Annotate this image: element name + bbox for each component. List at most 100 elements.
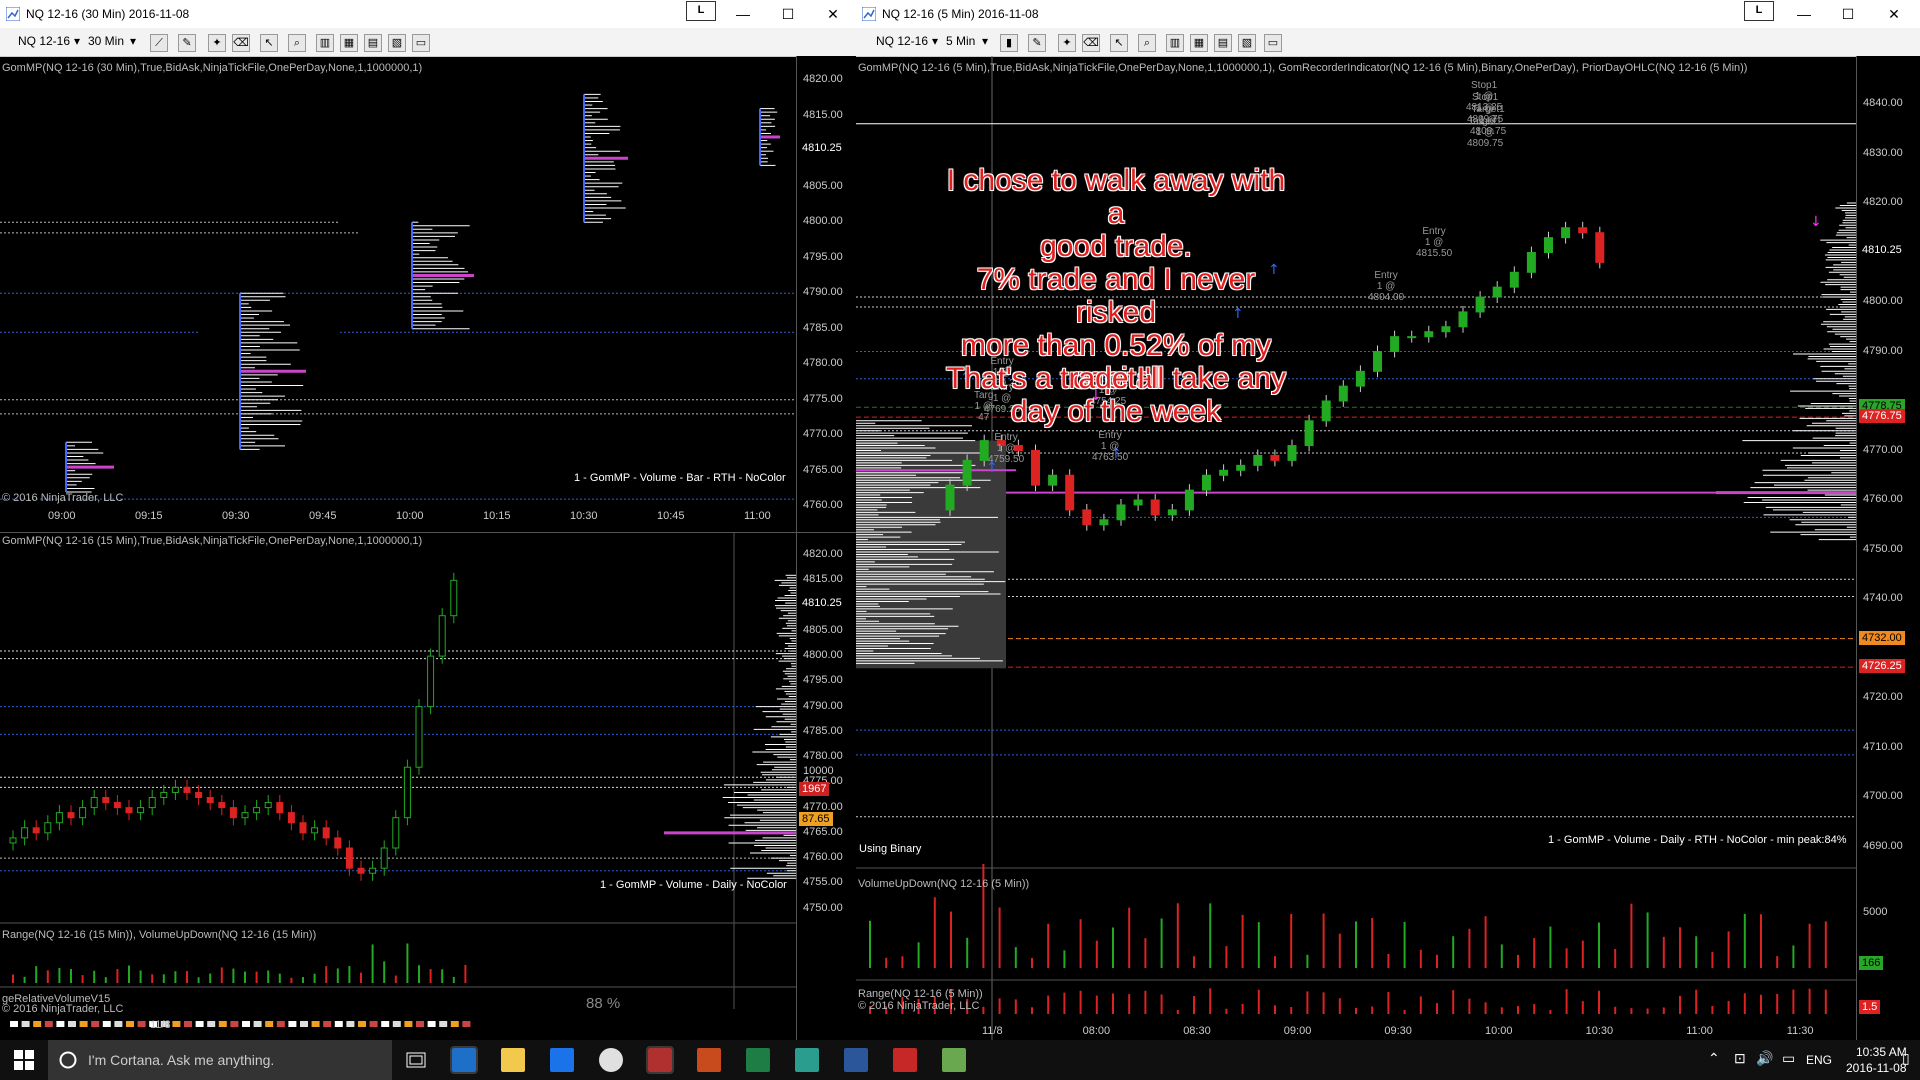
windows-start-icon[interactable] [14,1050,34,1070]
notification-icon[interactable]: ▭ [1782,1050,1795,1067]
minimize-button[interactable]: — [723,4,763,24]
trade-marker[interactable]: Target1 1 @ 4809.75 [1467,116,1503,149]
candle-body [369,867,377,874]
draw-pencil-icon[interactable]: ✎ [1028,34,1046,52]
clock-date[interactable]: 2016-11-08 [1846,1061,1907,1075]
cursor-icon[interactable]: ↖ [1110,34,1128,52]
eraser-icon[interactable]: ⌫ [1082,34,1100,52]
candle-body [380,847,388,869]
candle-body [1390,336,1400,352]
relvol-bar [126,1021,134,1027]
left-bottom-chart-panel[interactable]: GomMP(NQ 12-16 (15 Min),True,BidAsk,Ninj… [0,532,856,1040]
excel-icon[interactable] [746,1048,770,1072]
price-tick: 4800.00 [803,649,843,662]
draw-pencil-icon[interactable]: ✎ [178,34,196,52]
candle-body [334,837,342,849]
magic-wand-icon[interactable]: ✦ [1058,34,1076,52]
relvol-bar [102,1021,111,1027]
right-main-chart-panel[interactable]: ↓↓↑↑↓↑↑↑↓11/808:0008:3009:0009:3010:0010… [856,56,1920,1040]
minimize-button[interactable]: — [1784,4,1824,24]
interval-dropdown-icon[interactable]: ▾ [130,34,136,48]
indicators-icon[interactable]: ▥ [1166,34,1184,52]
trade-marker[interactable]: Entry 1 @ 4759.50 [988,432,1024,465]
language-indicator[interactable]: ENG [1806,1053,1832,1067]
volume-icon[interactable]: 🔊 [1756,1050,1773,1067]
strategies-icon[interactable]: ▦ [1190,34,1208,52]
trade-arrow: ↓ [1810,214,1822,230]
task-view-icon[interactable] [406,1052,426,1068]
candle-body [195,791,203,799]
relvol-bar [10,1021,18,1027]
maximize-button[interactable]: ☐ [768,4,808,24]
left-bottom-price-axis[interactable]: 4820.00 4815.00 4805.00 4800.00 4795.00 4790.… [796,533,856,1040]
eraser-icon[interactable]: ⌫ [232,34,250,52]
instrument-dropdown-icon[interactable]: ▾ [74,34,80,48]
candle-body [427,655,435,708]
trade-marker[interactable]: Entry 1 @ 4815.50 [1416,226,1452,259]
network-icon[interactable]: ⊡ [1734,1050,1746,1067]
close-button[interactable]: ✕ [813,4,853,24]
left-volume-label: Range(NQ 12-16 (15 Min)), VolumeUpDown(N… [2,929,317,941]
app-icon[interactable] [646,1046,674,1074]
outlook-icon[interactable] [450,1046,478,1074]
clock-time[interactable]: 10:35 AM [1856,1045,1907,1059]
chrome-icon[interactable] [599,1048,623,1072]
candle-body [137,807,145,814]
action-center-icon[interactable]: ▯ [1902,1050,1910,1067]
snapshot-icon[interactable]: ▭ [412,34,430,52]
chart-style-icon[interactable]: ⟋ [150,34,168,52]
data-box-icon[interactable]: ▧ [1238,34,1256,52]
acrobat-icon[interactable] [893,1048,917,1072]
candle-body [1509,271,1519,288]
candle-body [160,791,168,799]
left-top-chart-panel[interactable]: GomMP(NQ 12-16 (30 Min),True,BidAsk,Ninj… [0,56,856,532]
chart-style-icon[interactable]: ▮ [1000,34,1018,52]
interval-dropdown-icon[interactable]: ▾ [982,34,988,48]
candle-body [1492,286,1502,298]
interval-selector[interactable]: 30 Min [88,34,124,48]
powerpoint-icon[interactable] [697,1048,721,1072]
trade-marker[interactable]: Entry 1 @ 4804.00 [1368,270,1404,303]
cortana-search-box[interactable]: I'm Cortana. Ask me anything. [48,1040,392,1080]
zoom-icon[interactable]: ⌕ [288,34,306,52]
right-price-axis[interactable]: 4840.00 4830.00 4820.00 4800.00 4790.00 4770.… [1856,56,1920,1040]
last-price-tag: 4810.25 [799,596,845,611]
price-tick: 4785.00 [803,724,843,737]
candle-body [1407,336,1417,339]
instrument-selector[interactable]: NQ 12-16 [876,34,928,48]
strategies-icon[interactable]: ▦ [340,34,358,52]
word-icon[interactable] [844,1048,868,1072]
properties-icon[interactable]: ▤ [1214,34,1232,52]
indicators-icon[interactable]: ▥ [316,34,334,52]
app2-icon[interactable] [942,1048,966,1072]
interval-selector[interactable]: 5 Min [946,34,975,48]
trade-marker[interactable]: Entry 1 @ 4763.50 [1092,430,1128,463]
file-explorer-icon[interactable] [501,1048,525,1072]
left-top-price-axis[interactable]: 4820.00 4815.00 4805.00 4800.00 4795.00 4790.… [796,56,856,532]
candle-body [1065,474,1075,511]
candle-body [21,827,29,839]
time-tick: 09:15 [135,510,163,522]
lock-button[interactable]: L [686,1,716,21]
instrument-selector[interactable]: NQ 12-16 [18,34,70,48]
properties-icon[interactable]: ▤ [364,34,382,52]
data-box-icon[interactable]: ▧ [388,34,406,52]
candle-body [1475,296,1485,313]
close-button[interactable]: ✕ [1874,4,1914,24]
show-hidden-icons-icon[interactable]: ⌃ [1708,1050,1720,1067]
maximize-button[interactable]: ☐ [1828,4,1868,24]
magic-wand-icon[interactable]: ✦ [208,34,226,52]
tws-icon[interactable] [795,1048,819,1072]
snapshot-icon[interactable]: ▭ [1264,34,1282,52]
candle-body [253,807,261,814]
instrument-dropdown-icon[interactable]: ▾ [932,34,938,48]
relvol-bar [404,1021,413,1027]
price-tick: 4770.00 [803,800,843,813]
candle-body [1236,464,1246,471]
left-toolbar: NQ 12-16 ▾ 30 Min ▾ ⟋ ✎ ✦ ⌫ ↖ ⌕ ▥ ▦ ▤ ▧ … [0,28,856,57]
lock-button[interactable]: L [1744,1,1774,21]
price-tick: 4770.00 [803,428,843,441]
edge-icon[interactable] [550,1048,574,1072]
cursor-icon[interactable]: ↖ [260,34,278,52]
zoom-icon[interactable]: ⌕ [1138,34,1156,52]
